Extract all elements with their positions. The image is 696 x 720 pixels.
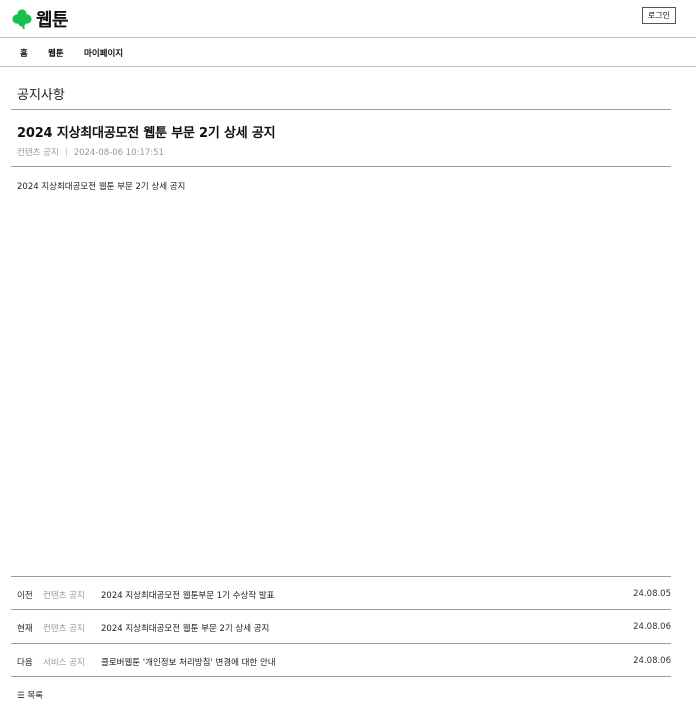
post-category: 컨텐츠 공지 xyxy=(17,148,59,158)
post-nav-category: 컨텐츠 공지 xyxy=(43,624,85,634)
title-divider xyxy=(11,109,671,110)
login-button[interactable]: 로그인 xyxy=(641,7,676,24)
post-nav-category: 서비스 공지 xyxy=(43,658,85,668)
post-nav-direction: 현재 xyxy=(17,624,33,634)
post-nav-direction: 이전 xyxy=(17,591,33,601)
main-nav: 홈 웹툰 마이페이지 xyxy=(0,38,696,67)
post-nav-prev[interactable]: 이전 컨텐츠 공지 2024 지상최대공모전 웹툰부문 1기 수상작 발표 24… xyxy=(11,576,671,609)
post-title: 2024 지상최대공모전 웹툰 부문 2기 상세 공지 xyxy=(17,126,276,141)
post-nav-current[interactable]: 현재 컨텐츠 공지 2024 지상최대공모전 웹툰 부문 2기 상세 공지 24… xyxy=(11,609,671,642)
post-nav-direction: 다음 xyxy=(17,658,33,668)
list-button-label: 목록 xyxy=(27,691,43,701)
post-nav-date: 24.08.06 xyxy=(633,622,671,632)
post-nav-date: 24.08.06 xyxy=(633,656,671,666)
post-nav-title[interactable]: 2024 지상최대공모전 웹툰부문 1기 수상작 발표 xyxy=(101,589,275,601)
menu-icon: ☰ xyxy=(17,691,25,701)
post-nav-next[interactable]: 다음 서비스 공지 클로버웹툰 '개인정보 처리방침' 변경에 대한 안내 24… xyxy=(11,643,671,676)
logo-text: 웹툰 xyxy=(36,10,69,31)
post-divider xyxy=(11,166,671,167)
post-body: 2024 지상최대공모전 웹툰 부문 2기 상세 공지 xyxy=(17,182,186,192)
post-nav-title[interactable]: 클로버웹툰 '개인정보 처리방침' 변경에 대한 안내 xyxy=(101,656,276,668)
logo[interactable]: 웹툰 xyxy=(11,6,69,32)
list-button[interactable]: ☰ 목록 xyxy=(17,689,43,701)
post-nav-date: 24.08.05 xyxy=(633,589,671,599)
post-meta: 컨텐츠 공지 | 2024-08-06 10:17:51 xyxy=(17,146,164,158)
post-datetime: 2024-08-06 10:17:51 xyxy=(73,148,164,158)
nav-item-webtoon[interactable]: 웹툰 xyxy=(48,47,64,59)
post-nav-category: 컨텐츠 공지 xyxy=(43,591,85,601)
meta-separator: | xyxy=(64,148,68,158)
header: 웹툰 로그인 xyxy=(0,0,696,38)
page-title: 공지사항 xyxy=(17,88,65,103)
post-nav-bottom-divider xyxy=(11,676,671,677)
clover-icon xyxy=(11,8,33,30)
nav-item-home[interactable]: 홈 xyxy=(20,47,28,59)
post-nav-title[interactable]: 2024 지상최대공모전 웹툰 부문 2기 상세 공지 xyxy=(101,622,269,634)
nav-item-mypage[interactable]: 마이페이지 xyxy=(84,47,123,59)
